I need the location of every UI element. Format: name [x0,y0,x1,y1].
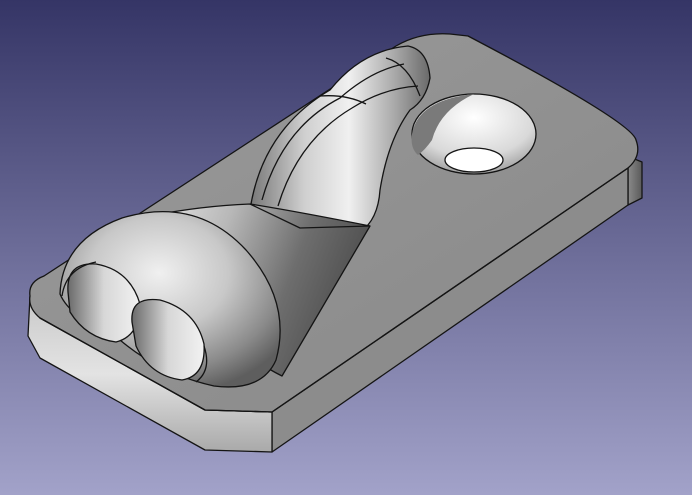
3d-viewport[interactable] [0,0,692,495]
3d-scene[interactable] [0,0,692,495]
countersink-hole-bore [444,147,504,173]
